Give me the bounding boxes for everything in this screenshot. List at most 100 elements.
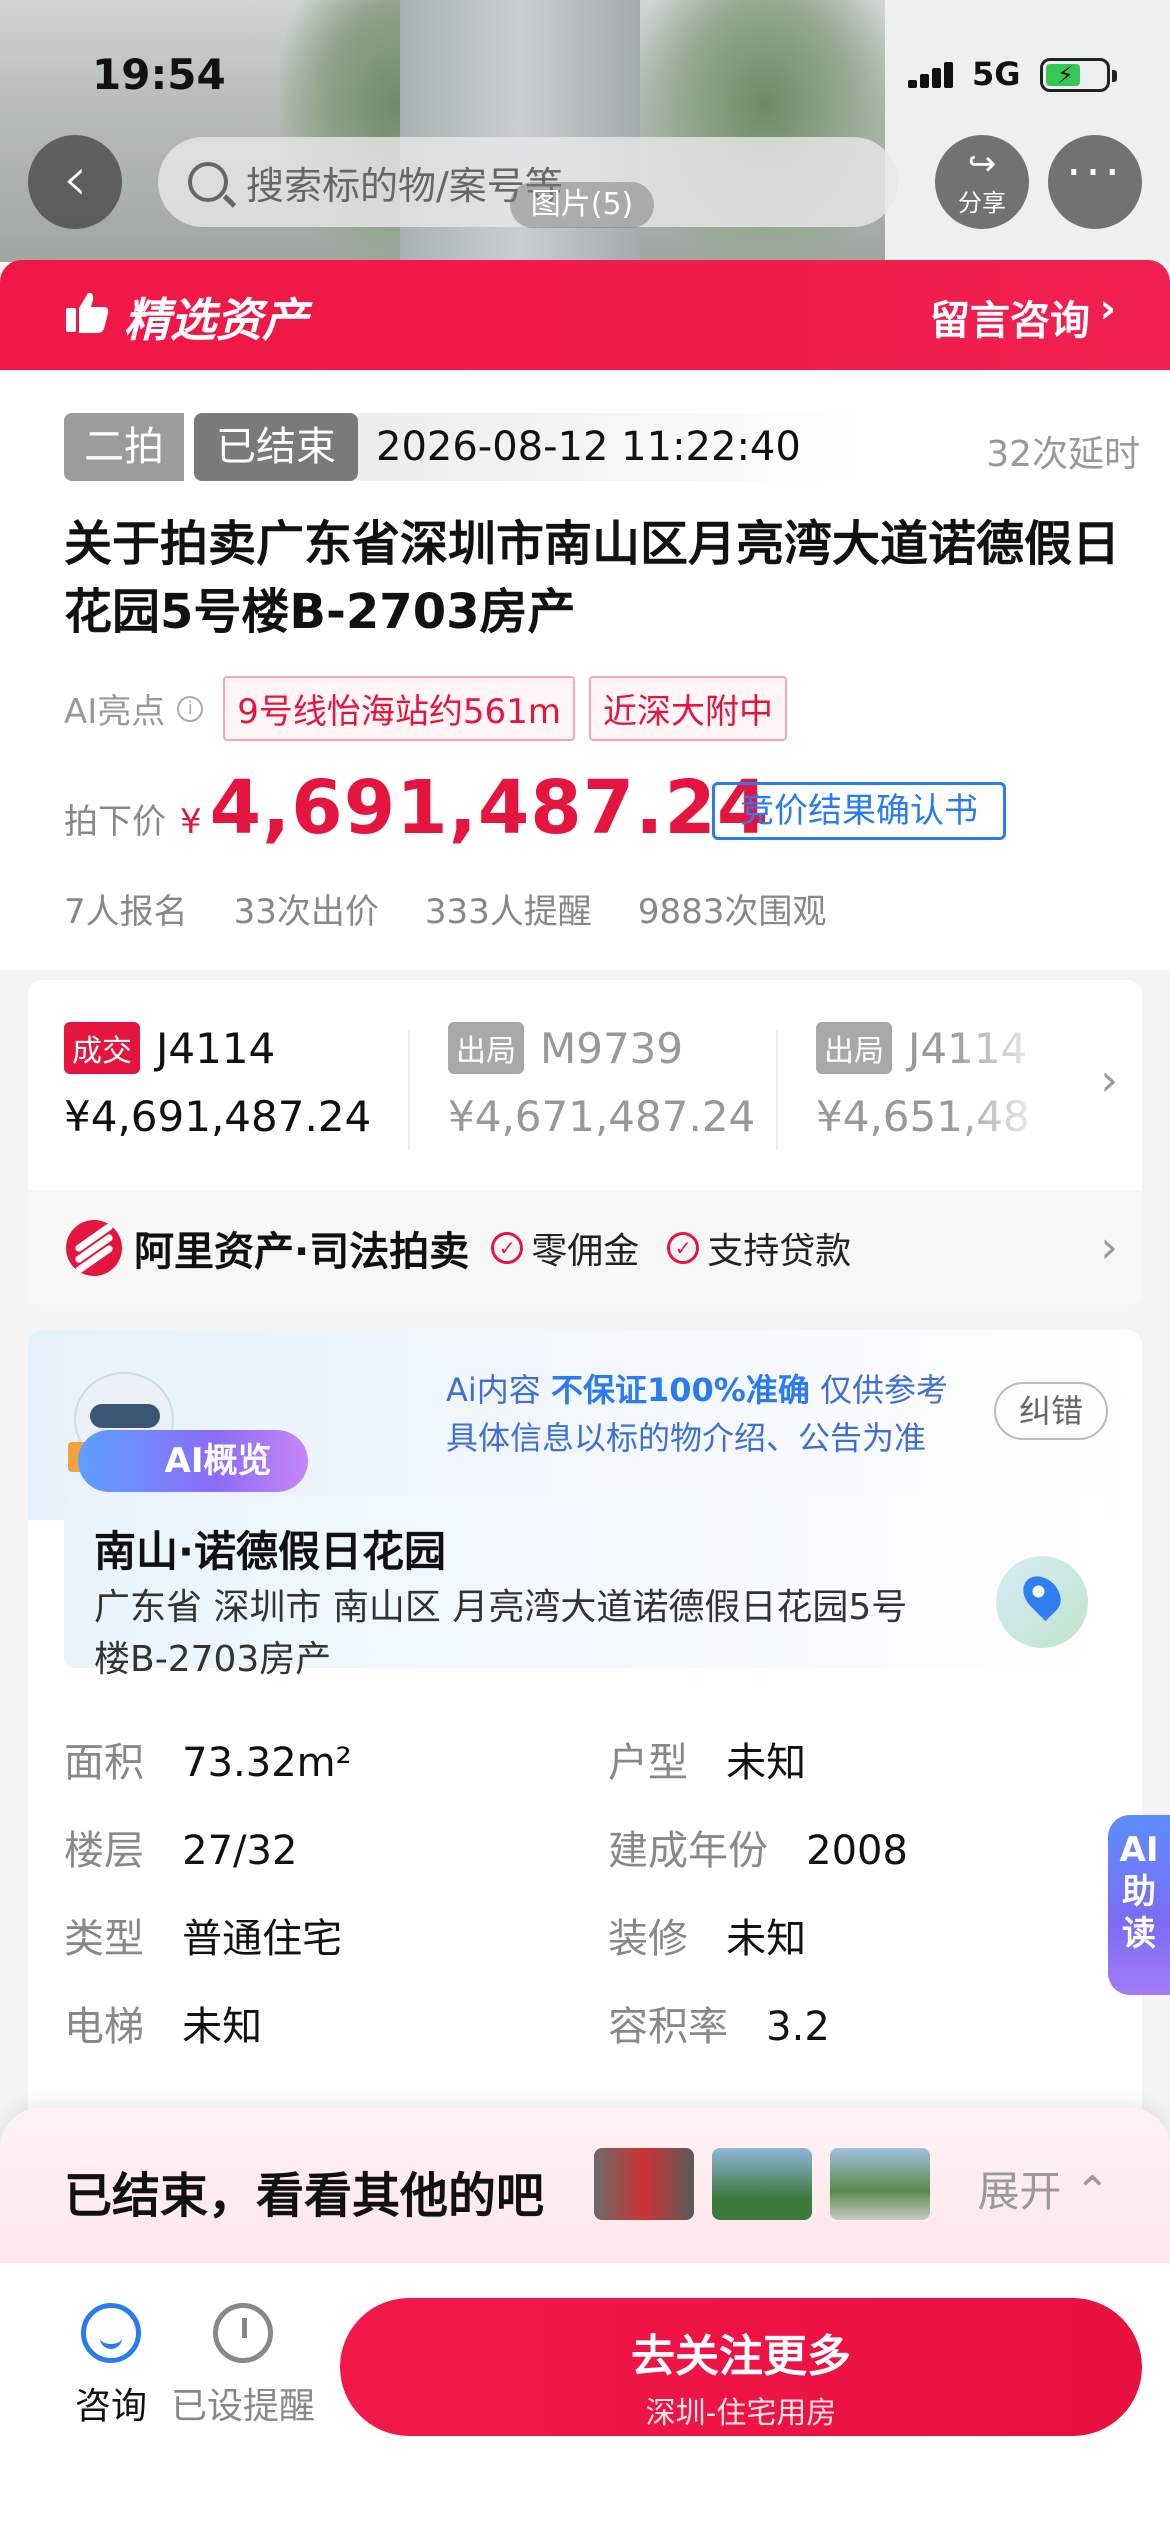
divider: [408, 1030, 410, 1150]
check-circle-icon: ✓: [667, 1231, 700, 1264]
ai-reading-assistant-tab[interactable]: AI 助读: [1108, 1815, 1170, 1995]
share-icon: ↪: [967, 143, 997, 184]
detail-key: 类型: [64, 1916, 144, 1962]
recommendation-thumbnail[interactable]: [830, 2148, 930, 2220]
detail-value: 73.32m²: [182, 1740, 352, 1786]
signal-icon: [908, 60, 958, 88]
final-price: 4,691,487.24: [209, 765, 770, 851]
detail-key: 楼层: [64, 1828, 144, 1874]
ai-highlight-label: AI亮点: [64, 692, 166, 732]
report-error-button[interactable]: 纠错: [994, 1382, 1108, 1440]
detail-value: 27/32: [182, 1828, 298, 1874]
price-row: 拍下价 ¥ 4,691,487.24: [64, 765, 769, 851]
feature-loan-support: 支持贷款: [707, 1230, 852, 1272]
more-button[interactable]: ···: [1048, 135, 1142, 229]
property-address: 广东省 深圳市 南山区 月亮湾大道诺德假日花园5号楼B-2703房产: [94, 1587, 908, 1680]
battery-tip: [1112, 70, 1117, 82]
back-button[interactable]: ‹: [28, 135, 122, 229]
stat-reminders: 333人提醒: [424, 892, 592, 932]
detail-value: 未知: [726, 1740, 807, 1786]
detail-value: 普通住宅: [182, 1916, 343, 1962]
search-icon: [188, 162, 228, 202]
consult-button[interactable]: 咨询: [56, 2303, 166, 2429]
detail-key: 装修: [608, 1916, 688, 1962]
bid-price: ¥4,671,487.24: [448, 1092, 756, 1141]
ai-overview-header: AI概览 Ai内容 不保证100%准确 仅供参考 具体信息以标的物介绍、公告为准…: [28, 1330, 1142, 1520]
result-confirmation-button[interactable]: 竞价结果确认书: [712, 782, 1006, 840]
divider: [776, 1030, 778, 1150]
delay-count: 32次延时: [986, 434, 1140, 475]
end-time: 2026-08-12 11:22:40: [358, 413, 861, 481]
deal-badge: 成交: [64, 1022, 140, 1074]
detail-value: 未知: [182, 2004, 263, 2050]
info-icon[interactable]: i: [177, 695, 204, 722]
auction-tag-row: 二拍 已结束 2026-08-12 11:22:40: [64, 413, 861, 481]
detail-key: 面积: [64, 1740, 144, 1786]
chevron-right-icon: ›: [1099, 286, 1116, 332]
feature-no-commission: 零佣金: [531, 1230, 640, 1272]
more-icon: ···: [1066, 145, 1124, 201]
detail-value: 3.2: [766, 2004, 830, 2050]
ali-asset-logo-icon: [66, 1219, 122, 1276]
address-panel[interactable]: 南山·诺德假日花园 广东省 深圳市 南山区 月亮湾大道诺德假日花园5号楼B-27…: [64, 1496, 1106, 1680]
detail-value: 2008: [806, 1828, 908, 1874]
stat-bids: 33次出价: [233, 892, 379, 932]
follow-more-button[interactable]: 去关注更多 深圳-住宅用房: [340, 2298, 1142, 2436]
bid-price: ¥4,691,487.24: [64, 1092, 372, 1141]
stat-views: 9883次围观: [637, 892, 827, 932]
cta-subtitle: 深圳-住宅用房: [645, 2396, 837, 2431]
property-name: 南山·诺德假日花园: [94, 1527, 446, 1576]
action-bar: 咨询 已设提醒 去关注更多 深圳-住宅用房: [0, 2263, 1170, 2532]
reminder-label: 已设提醒: [170, 2386, 315, 2427]
share-label: 分享: [958, 188, 1006, 217]
alarm-clock-icon: [213, 2303, 273, 2363]
detail-key: 电梯: [64, 2004, 144, 2050]
chevron-right-icon: ›: [1100, 1222, 1118, 1273]
check-circle-icon: ✓: [491, 1231, 524, 1264]
detail-key: 建成年份: [608, 1828, 768, 1874]
ended-text: 已结束，看看其他的吧: [64, 2168, 545, 2224]
detail-key: 容积率: [608, 2004, 728, 2050]
ai-disclaimer: Ai内容 不保证100%准确 仅供参考 具体信息以标的物介绍、公告为准: [446, 1371, 949, 1457]
platform-row[interactable]: 阿里资产·司法拍卖 ✓ 零佣金 ✓ 支持贷款 ›: [28, 1190, 1142, 1305]
currency-symbol: ¥: [180, 802, 202, 842]
battery-icon: ⚡: [1040, 58, 1110, 92]
leave-message-button[interactable]: 留言咨询: [930, 288, 1090, 346]
map-pin-icon[interactable]: [996, 1556, 1088, 1648]
out-badge: 出局: [448, 1022, 524, 1074]
detail-value: 未知: [726, 1916, 807, 1962]
bidder-code: J4114: [156, 1023, 276, 1073]
price-label: 拍下价: [64, 802, 166, 842]
platform-name: 阿里资产·司法拍卖: [134, 1228, 470, 1275]
chevron-right-icon: ›: [1100, 1055, 1118, 1106]
network-type: 5G: [972, 55, 1021, 93]
share-button[interactable]: ↪ 分享: [935, 135, 1029, 229]
expand-button[interactable]: 展开 ⌃: [977, 2158, 1110, 2219]
cta-title: 去关注更多: [631, 2331, 851, 2382]
headset-icon: [81, 2303, 141, 2363]
out-badge: 出局: [816, 1022, 892, 1074]
bid-history-card[interactable]: 成交 J4114 ¥4,691,487.24 出局 M9739 ¥4,671,487…: [28, 980, 1142, 1305]
recommendation-thumbnail[interactable]: [594, 2148, 694, 2220]
auction-summary-card: 二拍 已结束 2026-08-12 11:22:40 32次延时 关于拍卖广东省…: [0, 370, 1170, 970]
reminder-button[interactable]: 已设提醒: [168, 2303, 318, 2429]
bidder-code: M9739: [540, 1023, 684, 1073]
round-tag: 二拍: [64, 413, 184, 481]
thumbs-up-icon: [66, 292, 109, 333]
ai-overview-badge: AI概览: [78, 1430, 308, 1492]
ended-recommendation-bar[interactable]: 已结束，看看其他的吧 展开 ⌃: [0, 2108, 1170, 2263]
ai-tag-school: 近深大附中: [588, 676, 787, 741]
bottom-sheet: 已结束，看看其他的吧 展开 ⌃ 咨询 已设提醒 去关注更多 深圳-住宅用房: [0, 2108, 1170, 2532]
status-tag: 已结束: [194, 413, 358, 481]
scroll-fade: [948, 980, 1078, 1190]
auction-stats: 7人报名 33次出价 333人提醒 9883次围观: [64, 884, 872, 933]
clock: 19:54: [92, 50, 226, 99]
image-counter[interactable]: 图片(5): [510, 182, 654, 228]
consult-label: 咨询: [74, 2386, 147, 2427]
status-bar: 19:54 5G ⚡: [0, 50, 1170, 100]
chevron-left-icon: ‹: [62, 142, 88, 215]
ai-tag-metro: 9号线怡海站约561m: [223, 676, 575, 741]
detail-key: 户型: [608, 1740, 688, 1786]
auction-title: 关于拍卖广东省深圳市南山区月亮湾大道诺德假日花园5号楼B-2703房产: [64, 516, 1121, 640]
recommendation-thumbnail[interactable]: [712, 2148, 812, 2220]
